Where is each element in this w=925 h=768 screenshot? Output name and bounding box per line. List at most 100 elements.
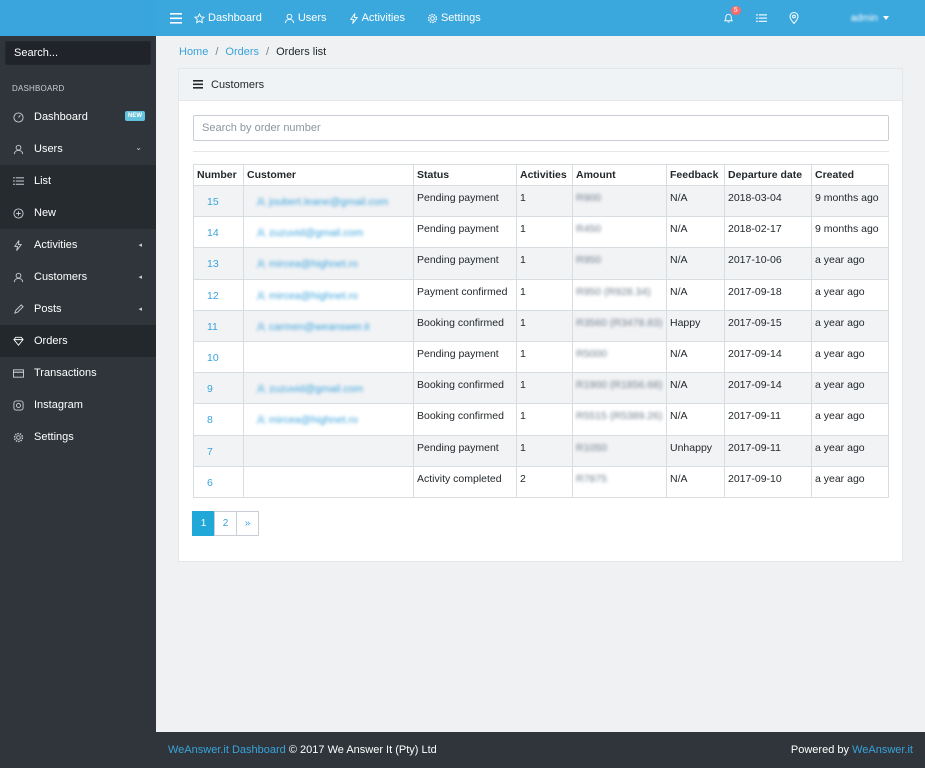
- order-number-link[interactable]: 9: [207, 383, 213, 395]
- footer-copyright: © 2017 We Answer It (Pty) Ltd: [288, 744, 437, 756]
- nav-dashboard[interactable]: Dashboard: [194, 12, 262, 24]
- customer-email: zuzuvid@gmail.com: [269, 227, 364, 240]
- sidebar-menu: Dashboard NEW Users ⌄ List New Activitie…: [0, 101, 156, 453]
- user-icon: [256, 197, 266, 207]
- sidebar-item-users[interactable]: Users ⌄: [0, 133, 156, 165]
- table-row: 12 mircea@highnet.ro Payment confirmed 1 R95…: [193, 278, 889, 311]
- bolt-icon: [349, 12, 358, 24]
- table-row: 8 mircea@highnet.ro Booking confirmed 1 R551…: [193, 403, 889, 436]
- column-header[interactable]: Customer: [243, 164, 414, 186]
- feedback-cell: N/A: [666, 184, 725, 218]
- column-header[interactable]: Amount: [572, 164, 667, 186]
- activities-cell: 1: [516, 278, 573, 311]
- table-row: 7 Pending payment 1 R1050 Unhappy 2017-09-11 a…: [193, 434, 889, 467]
- notifications-button[interactable]: 5: [723, 6, 741, 24]
- created-cell: a year ago: [811, 403, 889, 436]
- sidebar-item-activities[interactable]: Activities ◂: [0, 229, 156, 261]
- table-row: 11 carmen@weanswer.it Booking confirmed 1 R3…: [193, 309, 889, 342]
- user-icon: [256, 291, 266, 300]
- page-2-button[interactable]: 2: [214, 511, 237, 536]
- sidebar-item-new[interactable]: New: [0, 197, 156, 229]
- next-page-button[interactable]: »: [236, 511, 259, 536]
- table-row: 13 mircea@highnet.ro Pending payment 1 R950 N…: [193, 247, 889, 280]
- customer-cell: [243, 340, 414, 374]
- activities-cell: 1: [516, 403, 573, 436]
- hamburger-menu-icon[interactable]: [170, 12, 182, 24]
- location-button[interactable]: [789, 12, 799, 24]
- breadcrumb-orders[interactable]: Orders: [225, 46, 259, 58]
- order-number-cell: 8: [193, 403, 244, 436]
- top-bar: Dashboard Users Activities Settings 5 ad…: [0, 0, 925, 36]
- nav-users-label: Users: [297, 12, 327, 24]
- sidebar-item-customers[interactable]: Customers ◂: [0, 261, 156, 293]
- footer: WeAnswer.it Dashboard © 2017 We Answer I…: [156, 732, 925, 768]
- customer-email-link[interactable]: mircea@highnet.ro: [256, 258, 358, 270]
- order-number-cell: 10: [193, 340, 244, 374]
- order-number-link[interactable]: 14: [207, 227, 219, 239]
- column-header[interactable]: Activities: [516, 164, 573, 186]
- order-number-link[interactable]: 6: [207, 477, 213, 489]
- order-number-link[interactable]: 12: [207, 290, 219, 302]
- order-number-link[interactable]: 11: [207, 321, 218, 333]
- created-cell: 9 months ago: [811, 184, 889, 218]
- feedback-cell: N/A: [666, 278, 725, 311]
- order-number-link[interactable]: 10: [207, 352, 219, 364]
- activities-cell: 1: [516, 309, 573, 342]
- status-cell: Booking confirmed: [413, 309, 517, 342]
- status-cell: Booking confirmed: [413, 372, 517, 405]
- customer-email-link[interactable]: zuzuvid@gmail.com: [256, 383, 363, 395]
- column-header[interactable]: Number: [193, 164, 244, 186]
- column-header[interactable]: Status: [413, 164, 517, 186]
- sidebar-item-label: List: [34, 175, 52, 187]
- user-icon: [12, 143, 24, 155]
- divider: [193, 151, 889, 152]
- created-cell: a year ago: [811, 247, 889, 280]
- sidebar-item-label: Orders: [34, 335, 68, 347]
- status-cell: Pending payment: [413, 434, 517, 467]
- customer-email-link[interactable]: zuzuvid@gmail.com: [256, 227, 363, 239]
- list-icon: [12, 175, 24, 187]
- breadcrumb-home[interactable]: Home: [179, 46, 208, 58]
- brand-area: [0, 0, 156, 36]
- order-number-link[interactable]: 8: [207, 414, 213, 426]
- footer-dashboard-link[interactable]: WeAnswer.it Dashboard: [168, 744, 286, 756]
- sidebar-item-instagram[interactable]: Instagram: [0, 389, 156, 421]
- footer-weanswer-link[interactable]: WeAnswer.it: [852, 744, 913, 756]
- order-number-link[interactable]: 7: [207, 446, 213, 458]
- table-row: 10 Pending payment 1 R5000 N/A 2017-09-14 a ye…: [193, 340, 889, 374]
- status-cell: Payment confirmed: [413, 278, 517, 311]
- sidebar-item-dashboard[interactable]: Dashboard NEW: [0, 101, 156, 133]
- customer-email-link[interactable]: joubert.leane@gmail.com: [256, 196, 388, 208]
- list-button[interactable]: [755, 13, 767, 23]
- customer-email-link[interactable]: mircea@highnet.ro: [256, 414, 358, 426]
- table-row: 15 joubert.leane@gmail.com Pending payment…: [193, 184, 889, 218]
- customer-cell: carmen@weanswer.it: [243, 309, 414, 342]
- sidebar-search-input[interactable]: Search...: [5, 41, 151, 65]
- sidebar-item-settings[interactable]: Settings: [0, 421, 156, 453]
- feedback-cell: N/A: [666, 465, 725, 498]
- order-number-link[interactable]: 13: [207, 258, 219, 270]
- page-1-button[interactable]: 1: [192, 511, 215, 536]
- customer-email-link[interactable]: carmen@weanswer.it: [256, 321, 370, 333]
- customer-email-link[interactable]: mircea@highnet.ro: [256, 290, 358, 302]
- user-menu[interactable]: admin: [821, 13, 889, 24]
- order-number-cell: 7: [193, 434, 244, 467]
- customer-email: carmen@weanswer.it: [269, 320, 370, 333]
- nav-settings[interactable]: Settings: [427, 12, 481, 24]
- sidebar-item-transactions[interactable]: Transactions: [0, 357, 156, 389]
- sidebar-item-list[interactable]: List: [0, 165, 156, 197]
- sidebar-item-label: New: [34, 207, 57, 219]
- sidebar-item-orders[interactable]: Orders: [0, 325, 156, 357]
- column-header[interactable]: Feedback: [666, 164, 725, 186]
- nav-users[interactable]: Users: [284, 12, 327, 24]
- sidebar-item-posts[interactable]: Posts ◂: [0, 293, 156, 325]
- feedback-cell: N/A: [666, 247, 725, 280]
- order-number-link[interactable]: 15: [207, 196, 219, 208]
- column-header[interactable]: Created: [811, 164, 889, 186]
- amount-value: R3560 (R3478.83): [576, 316, 663, 329]
- nav-activities[interactable]: Activities: [349, 12, 405, 24]
- order-search-input[interactable]: Search by order number: [193, 115, 889, 141]
- nav-settings-label: Settings: [440, 12, 481, 24]
- amount-value: R7875: [576, 472, 607, 485]
- column-header[interactable]: Departure date: [724, 164, 812, 186]
